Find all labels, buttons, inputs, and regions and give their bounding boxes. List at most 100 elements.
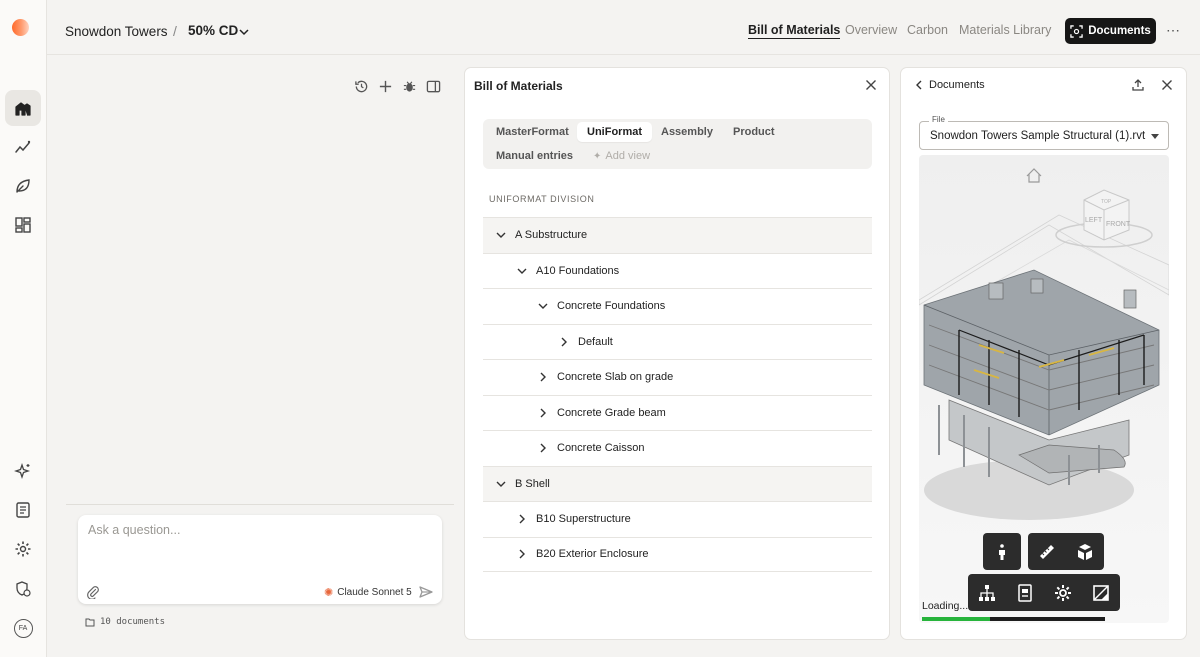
tab-product[interactable]: Product bbox=[723, 122, 785, 142]
model-viewer[interactable]: TOP LEFT FRONT Loading... bbox=[919, 155, 1169, 623]
file-value: Snowdon Towers Sample Structural (1).rvt bbox=[930, 130, 1146, 142]
close-documents-icon[interactable] bbox=[1160, 78, 1174, 92]
chevron-right-icon[interactable] bbox=[516, 513, 528, 525]
tree-row-label: Concrete Foundations bbox=[557, 300, 666, 313]
chat-toolbar bbox=[353, 78, 441, 94]
viewcube-left: LEFT bbox=[1085, 217, 1103, 224]
leaf-icon[interactable] bbox=[5, 168, 41, 204]
tree-row[interactable]: B Shell bbox=[483, 465, 872, 501]
tree-row[interactable]: A10 Foundations bbox=[483, 252, 872, 289]
chevron-down-icon[interactable] bbox=[495, 478, 507, 490]
chevron-right-icon[interactable] bbox=[537, 371, 549, 383]
viewer-home-icon[interactable] bbox=[1026, 168, 1042, 183]
tree-row-label: Concrete Grade beam bbox=[557, 406, 666, 419]
chevron-down-icon[interactable] bbox=[238, 26, 250, 38]
close-icon[interactable] bbox=[864, 78, 878, 92]
dashboard-icon[interactable] bbox=[5, 207, 41, 243]
add-view-button[interactable]: ✦ Add view bbox=[583, 149, 660, 163]
notes-icon[interactable] bbox=[5, 492, 41, 528]
tree-row-label: Concrete Slab on grade bbox=[557, 371, 674, 384]
tree-row[interactable]: Concrete Grade beam bbox=[483, 394, 872, 431]
tab-materials-library[interactable]: Materials Library bbox=[959, 23, 1051, 37]
documents-back-label: Documents bbox=[929, 79, 985, 91]
chevron-right-icon[interactable] bbox=[537, 442, 549, 454]
analytics-icon[interactable] bbox=[5, 129, 41, 165]
tree-row[interactable]: Concrete Foundations bbox=[483, 288, 872, 324]
tab-assembly[interactable]: Assembly bbox=[651, 122, 723, 142]
bom-tree: A Substructure A10 Foundations Concrete Fo… bbox=[483, 217, 872, 572]
fullscreen-icon[interactable] bbox=[1089, 581, 1113, 605]
documents-count[interactable]: 10 documents bbox=[85, 617, 165, 627]
viewer-toolbar-walk bbox=[983, 533, 1021, 570]
tab-carbon[interactable]: Carbon bbox=[907, 23, 948, 37]
structure-icon[interactable] bbox=[975, 581, 999, 605]
folder-icon bbox=[85, 618, 95, 627]
tab-overview[interactable]: Overview bbox=[845, 23, 897, 37]
avatar[interactable]: FA bbox=[5, 610, 41, 646]
bug-icon[interactable] bbox=[401, 78, 417, 94]
documents-button[interactable]: Documents bbox=[1065, 18, 1156, 44]
ruler-icon[interactable] bbox=[1035, 540, 1059, 564]
upload-icon[interactable] bbox=[1131, 78, 1145, 92]
more-menu-icon[interactable]: ⋯ bbox=[1166, 22, 1182, 38]
chevron-right-icon[interactable] bbox=[558, 336, 570, 348]
tree-row-label: Default bbox=[578, 335, 613, 348]
chevron-down-icon[interactable] bbox=[516, 265, 528, 277]
bom-title: Bill of Materials bbox=[474, 79, 563, 93]
documents-back-button[interactable]: Documents bbox=[914, 79, 985, 91]
tree-row[interactable]: A Substructure bbox=[483, 217, 872, 253]
ask-input[interactable] bbox=[88, 523, 428, 537]
tree-row[interactable]: B20 Exterior Enclosure bbox=[483, 536, 872, 572]
home-icon[interactable] bbox=[5, 90, 41, 126]
documents-button-label: Documents bbox=[1088, 25, 1151, 37]
app-logo[interactable] bbox=[12, 19, 29, 36]
sparkle-plus-icon: ✦ bbox=[593, 150, 602, 162]
send-icon[interactable] bbox=[418, 584, 434, 600]
shield-icon[interactable] bbox=[5, 571, 41, 607]
properties-icon[interactable] bbox=[1013, 581, 1037, 605]
left-rail: FA bbox=[0, 0, 47, 657]
viewer-toolbar-tools bbox=[1028, 533, 1104, 570]
settings-icon[interactable] bbox=[5, 531, 41, 567]
file-select[interactable]: File Snowdon Towers Sample Structural (1… bbox=[919, 115, 1169, 150]
bom-panel: Bill of Materials MasterFormat UniFormat… bbox=[464, 67, 890, 640]
history-icon[interactable] bbox=[353, 78, 369, 94]
tree-row[interactable]: Concrete Slab on grade bbox=[483, 359, 872, 395]
tab-bill-of-materials[interactable]: Bill of Materials bbox=[748, 23, 841, 39]
tree-row[interactable]: Concrete Caisson bbox=[483, 430, 872, 466]
sparkle-icon[interactable] bbox=[5, 453, 41, 489]
tree-row-label: Concrete Caisson bbox=[557, 442, 645, 455]
explode-icon[interactable] bbox=[1073, 540, 1097, 564]
tree-row[interactable]: B10 Superstructure bbox=[483, 501, 872, 537]
dropdown-caret-icon bbox=[1151, 134, 1159, 139]
top-bar: Snowdon Towers / 50% CD Bill of Material… bbox=[47, 0, 1200, 55]
panel-icon[interactable] bbox=[425, 78, 441, 94]
person-icon[interactable] bbox=[990, 540, 1014, 564]
chevron-right-icon[interactable] bbox=[516, 548, 528, 560]
loading-text: Loading... bbox=[922, 600, 969, 612]
breadcrumb-project[interactable]: Snowdon Towers bbox=[65, 24, 168, 39]
view-cube[interactable]: TOP LEFT FRONT bbox=[1055, 189, 1153, 248]
chevron-right-icon[interactable] bbox=[537, 407, 549, 419]
view-tabs: MasterFormat UniFormat Assembly Product … bbox=[483, 119, 872, 169]
chevron-down-icon[interactable] bbox=[537, 300, 549, 312]
documents-count-label: 10 documents bbox=[100, 617, 166, 627]
tab-masterformat[interactable]: MasterFormat bbox=[486, 122, 579, 142]
breadcrumb-phase[interactable]: 50% CD bbox=[188, 23, 238, 38]
chevron-down-icon[interactable] bbox=[495, 229, 507, 241]
plus-icon[interactable] bbox=[377, 78, 393, 94]
tab-uniformat[interactable]: UniFormat bbox=[577, 122, 652, 142]
viewer-toolbar-main bbox=[968, 574, 1120, 611]
column-header: UNIFORMAT DIVISION bbox=[489, 194, 595, 204]
settings-gear-icon[interactable] bbox=[1051, 581, 1075, 605]
tree-row[interactable]: Default bbox=[483, 323, 872, 360]
model-name: Claude Sonnet 5 bbox=[337, 587, 412, 598]
model-selector[interactable]: ✺ Claude Sonnet 5 bbox=[324, 586, 412, 599]
loading-progress-bar bbox=[922, 617, 1105, 621]
chat-divider bbox=[66, 504, 454, 505]
tab-manual-entries[interactable]: Manual entries bbox=[486, 146, 583, 166]
chevron-left-icon bbox=[916, 80, 922, 90]
attach-icon[interactable] bbox=[86, 585, 100, 599]
documents-panel: Documents File Snowdon Towers Sample Str… bbox=[900, 67, 1187, 640]
avatar-initials: FA bbox=[13, 618, 33, 638]
